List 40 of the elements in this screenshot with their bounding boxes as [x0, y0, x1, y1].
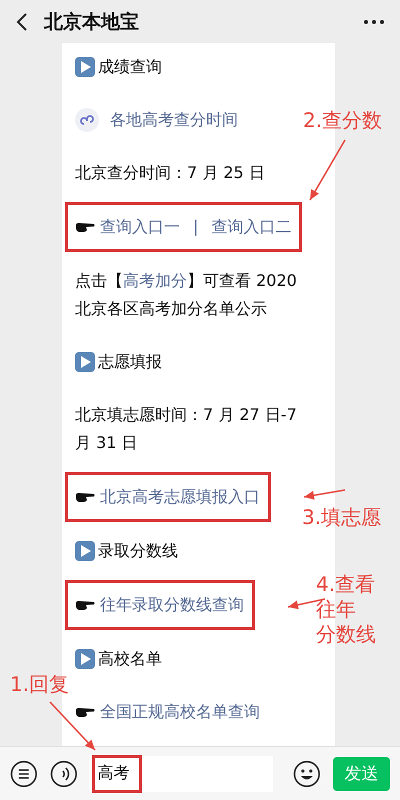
pointing-hand-icon	[75, 706, 95, 718]
menu-icon[interactable]	[10, 760, 38, 788]
play-icon	[75, 541, 95, 561]
page-title: 北京本地宝	[44, 10, 140, 34]
mini-program-link[interactable]: 各地高考查分时间	[110, 106, 238, 134]
text-link[interactable]: 全国正规高校名单查询	[100, 698, 260, 726]
pointing-hand-icon	[75, 599, 95, 611]
separator: |	[193, 216, 198, 238]
text-link[interactable]: 高考加分	[123, 271, 187, 290]
annotation-arrow	[304, 489, 346, 500]
text-link[interactable]: 查询入口二	[211, 213, 292, 241]
text-link[interactable]: 查询入口一	[100, 213, 180, 241]
play-icon	[75, 57, 95, 77]
paragraph: 点击【高考加分】可查看 2020 北京各区高考加分名单公示	[75, 270, 298, 320]
section-heading: 高校名单	[98, 648, 162, 670]
annotation-arrow	[49, 701, 96, 751]
message-input[interactable]: 高考	[89, 756, 273, 792]
annotation-label: 分数线	[316, 622, 376, 647]
annotation-label: 2.查分数	[303, 108, 382, 133]
annotation-arrow	[309, 140, 346, 200]
play-icon	[75, 649, 95, 669]
paragraph: 北京查分时间：7 月 25 日	[75, 162, 266, 184]
section-heading: 录取分数线	[98, 540, 178, 562]
text-link[interactable]: 北京高考志愿填报入口	[100, 483, 260, 511]
pointing-hand-icon	[75, 221, 95, 233]
back-icon[interactable]	[16, 12, 28, 32]
annotation-label: 3.填志愿	[302, 505, 382, 530]
annotation-label: 4.查看	[316, 572, 376, 597]
more-icon[interactable]	[364, 20, 384, 24]
section-heading: 成绩查询	[98, 56, 162, 78]
play-icon	[75, 352, 95, 372]
annotation-label: 往年	[316, 597, 356, 622]
voice-icon[interactable]	[50, 760, 78, 788]
section-heading: 志愿填报	[98, 351, 162, 373]
annotation-label: 1.回复	[10, 672, 70, 697]
emoji-icon[interactable]	[292, 760, 321, 788]
paragraph: 北京填志愿时间：7 月 27 日-7 月 31 日	[75, 404, 298, 454]
link-icon	[75, 108, 99, 132]
pointing-hand-icon	[75, 491, 95, 503]
text-link[interactable]: 往年录取分数线查询	[100, 591, 244, 619]
